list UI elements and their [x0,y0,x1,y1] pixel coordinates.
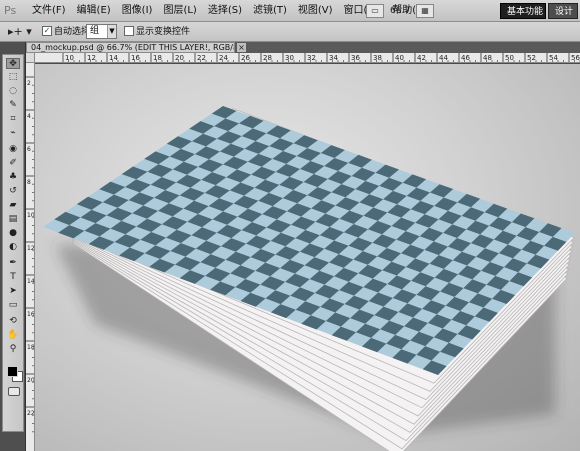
crop-tool-icon[interactable]: ⌗ [6,114,20,125]
type-tool-icon[interactable]: T [6,272,20,283]
move-tool-preset-icon[interactable]: ▸+ ▾ [8,25,32,39]
tools-panel: ✥ ⬚ ◌ ✎ ⌗ ⌁ ◉ ✐ ♣ ↺ ▰ ▤ ● ◐ ✒ T ➤ ▭ ⟲ ✋ … [0,42,26,451]
ruler-tick-label: 16 [27,311,35,318]
ruler-tick-label: 2 [27,80,31,87]
ruler-tick-label: 10 [27,212,35,219]
ruler-tick-label: 12 [27,245,35,252]
ruler-tick-label: 50 [505,54,514,62]
blur-tool-icon[interactable]: ● [6,228,20,239]
quick-select-tool-icon[interactable]: ✎ [6,100,20,111]
ruler-origin[interactable] [26,53,35,63]
menu-file[interactable]: 文件(F) [32,4,66,18]
foreground-color-swatch[interactable] [7,366,18,377]
workspace-basic-button[interactable]: 基本功能 [500,3,546,19]
options-bar: ▸+ ▾ ✓ 自动选择: 组 ▼ 显示变换控件 [0,22,580,42]
document-tab[interactable]: 04_mockup.psd @ 66.7% (EDIT THIS LAYER!,… [26,42,235,53]
ruler-tick-label: 4 [27,113,31,120]
menu-view[interactable]: 视图(V) [298,4,333,18]
path-select-tool-icon[interactable]: ➤ [6,286,20,297]
ruler-tick-label: 42 [417,54,426,62]
menu-filter[interactable]: 滤镜(T) [253,4,287,18]
clone-stamp-tool-icon[interactable]: ♣ [6,172,20,183]
marquee-tool-icon[interactable]: ⬚ [6,72,20,83]
gradient-tool-icon[interactable]: ▤ [6,214,20,225]
screen-mode-icon[interactable]: ▭ [366,4,384,18]
lasso-tool-icon[interactable]: ◌ [6,86,20,97]
zoom-tool-icon[interactable]: ⚲ [6,344,20,355]
arrange-docs-icon[interactable]: ▦ [416,4,435,18]
ruler-tick-label: 36 [351,54,360,62]
ruler-tick-label: 28 [263,54,272,62]
vertical-ruler[interactable]: 2 4 6 8 10 12 14 16 18 20 22 [26,63,35,451]
auto-select-value: 组 [90,26,100,36]
rectangle-tool-icon[interactable]: ▭ [6,300,20,311]
transform-controls-checkbox[interactable] [124,26,134,36]
ruler-tick-label: 56 [571,54,580,62]
ruler-tick-label: 14 [27,278,35,285]
business-card-mockup [43,106,575,451]
ruler-tick-label: 26 [241,54,250,62]
document-tab-bar: 04_mockup.psd @ 66.7% (EDIT THIS LAYER!,… [26,42,580,53]
menu-bar: Ps 文件(F) 编辑(E) 图像(I) 图层(L) 选择(S) 滤镜(T) 视… [0,0,580,22]
quick-mask-icon[interactable] [8,387,20,396]
history-brush-tool-icon[interactable]: ↺ [6,186,20,197]
ruler-tick-label: 8 [27,179,31,186]
ruler-tick-label: 54 [549,54,558,62]
eyedropper-tool-icon[interactable]: ⌁ [6,128,20,139]
ruler-tick-label: 30 [285,54,294,62]
ruler-tick-label: 32 [307,54,316,62]
ruler-tick-label: 46 [461,54,470,62]
ruler-tick-label: 38 [373,54,382,62]
ruler-tick-label: 52 [527,54,536,62]
ruler-tick-label: 20 [175,54,184,62]
zoom-level[interactable]: 66.7 [390,6,410,16]
dodge-tool-icon[interactable]: ◐ [6,242,20,253]
menu-layer[interactable]: 图层(L) [163,4,196,18]
ruler-tick-label: 14 [109,54,118,62]
ruler-tick-label: 16 [131,54,140,62]
eraser-tool-icon[interactable]: ▰ [6,200,20,211]
ruler-tick-label: 22 [197,54,206,62]
menu-edit[interactable]: 编辑(E) [77,4,111,18]
ruler-tick-label: 10 [65,54,74,62]
horizontal-ruler-ticks: 10 12 14 16 18 20 22 24 26 28 30 32 34 36 38 40 42 44 46 48… [62,53,580,62]
vertical-ruler-ticks: 2 4 6 8 10 12 14 16 18 20 22 [26,76,35,433]
brush-tool-icon[interactable]: ✐ [6,158,20,169]
workspace-design-button[interactable]: 设计 [548,3,578,19]
menubar-right: ▭ 66.7 ▦ [366,3,435,19]
ruler-tick-label: 18 [153,54,162,62]
ruler-tick-label: 48 [483,54,492,62]
ruler-tick-label: 40 [395,54,404,62]
ruler-tick-label: 12 [87,54,96,62]
photoshop-logo: Ps [4,4,17,17]
transform-controls-label: 显示变换控件 [136,27,191,37]
ruler-tick-label: 6 [27,146,31,153]
healing-brush-tool-icon[interactable]: ◉ [6,144,20,155]
pen-tool-icon[interactable]: ✒ [6,258,20,269]
menu-image[interactable]: 图像(I) [122,4,153,18]
ruler-tick-label: 24 [219,54,228,62]
ruler-tick-label: 18 [27,344,35,351]
tool-strip: ✥ ⬚ ◌ ✎ ⌗ ⌁ ◉ ✐ ♣ ↺ ▰ ▤ ● ◐ ✒ T ➤ ▭ ⟲ ✋ … [2,54,24,432]
move-tool-icon[interactable]: ✥ [6,58,20,69]
auto-select-dropdown[interactable]: 组 ▼ [86,24,117,39]
document-canvas[interactable] [35,64,580,451]
ruler-tick-label: 34 [329,54,338,62]
horizontal-ruler[interactable]: 10 12 14 16 18 20 22 24 26 28 30 32 34 36 38 40 42 44 46 48… [35,53,580,63]
chevron-down-icon: ▼ [107,25,116,38]
ruler-tick-label: 20 [27,377,35,384]
hand-tool-icon[interactable]: ✋ [6,330,20,341]
auto-select-checkbox[interactable]: ✓ [42,26,52,36]
close-icon[interactable]: × [237,43,246,52]
menu-select[interactable]: 选择(S) [208,4,242,18]
3d-rotate-tool-icon[interactable]: ⟲ [6,316,20,327]
ruler-tick-label: 22 [27,410,35,417]
ruler-tick-label: 44 [439,54,448,62]
